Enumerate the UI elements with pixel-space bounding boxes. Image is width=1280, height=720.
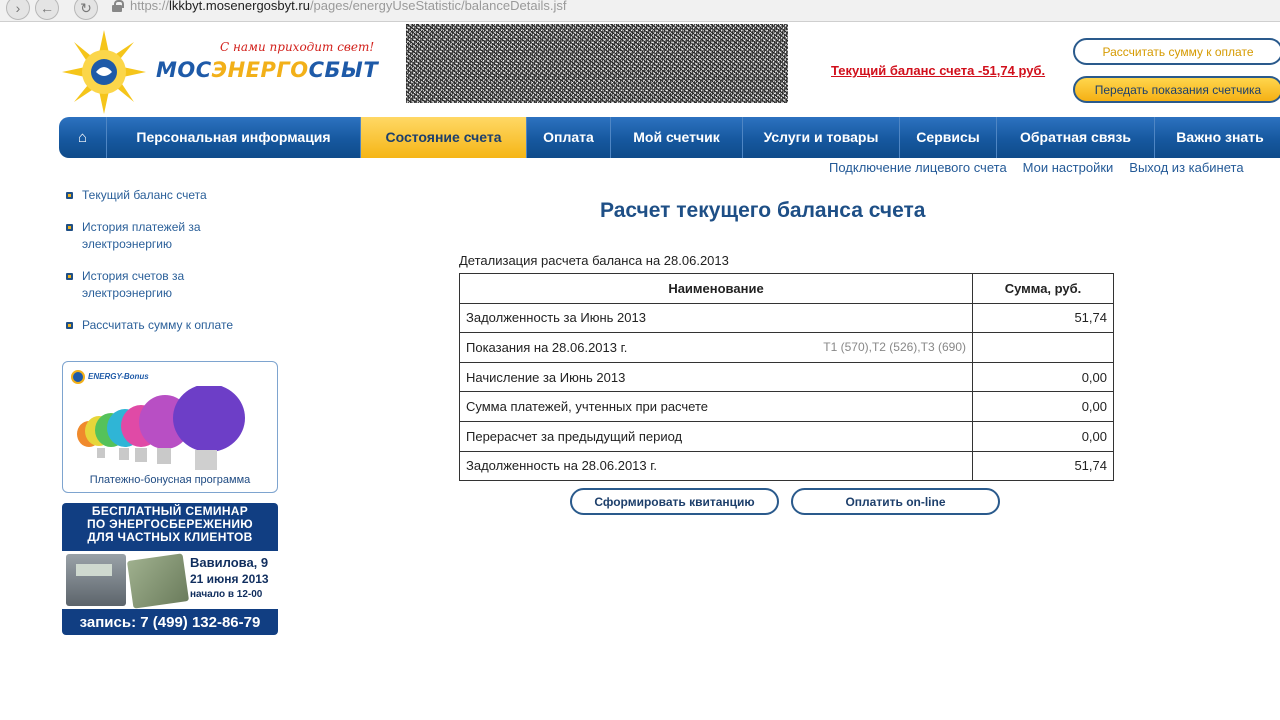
site-logo[interactable]: С нами приходит свет! МОСЭНЕРГОСБЫТ	[60, 28, 390, 116]
my-settings-link[interactable]: Мои настройки	[1023, 160, 1114, 175]
promo-caption: Платежно-бонусная программа	[89, 474, 251, 486]
seminar-phone: запись: 7 (499) 132-86-79	[79, 614, 261, 631]
seminar-banner[interactable]: БЕСПЛАТНЫЙ СЕМИНАР ПО ЭНЕРГОСБЕРЕЖЕНИЮ Д…	[62, 503, 278, 635]
row-name: Задолженность на 28.06.2013 г.	[459, 450, 973, 482]
url-text: https://lkkbyt.mosenergosbyt.ru/pages/en…	[130, 0, 567, 13]
generate-receipt-button[interactable]: Сформировать квитанцию	[570, 488, 779, 515]
current-balance-link[interactable]: Текущий баланс счета -51,74 руб.	[831, 63, 1045, 78]
nav-item-feedback[interactable]: Обратная связь	[997, 117, 1155, 158]
nav-item-my-meter[interactable]: Мой счетчик	[611, 117, 743, 158]
bullet-icon	[66, 322, 73, 329]
row-name: Показания на 28.06.2013 г.	[466, 339, 628, 355]
electric-meter-image	[66, 554, 126, 606]
sidebar-item-label: Текущий баланс счета	[82, 188, 207, 202]
energy-bonus-banner[interactable]: ENERGY-Bonus Платежно-бонусная программа	[62, 361, 278, 493]
account-sub-links: Подключение лицевого счета Мои настройки В…	[829, 160, 1260, 175]
forward-icon[interactable]: ›	[6, 0, 30, 20]
row-sum: 51,74	[972, 302, 1114, 334]
sidebar-item-calculate-payment[interactable]: Рассчитать сумму к оплате	[66, 317, 276, 334]
table-row: Сумма платежей, учтенных при расчете 0,0…	[459, 391, 1114, 422]
address-bar[interactable]: https://lkkbyt.mosenergosbyt.ru/pages/en…	[104, 0, 664, 18]
row-name: Перерасчет за предыдущий период	[459, 420, 973, 452]
main-navigation: ⌂ Персональная информация Состояние счет…	[59, 117, 1280, 158]
row-name: Задолженность за Июнь 2013	[459, 302, 973, 334]
column-header-name: Наименование	[459, 273, 973, 304]
bullet-icon	[66, 192, 73, 199]
sidebar-item-label: История платежей за электроэнергию	[82, 220, 201, 251]
light-bulbs-image	[77, 386, 245, 470]
calculate-payment-button[interactable]: Рассчитать сумму к оплате	[1073, 38, 1280, 65]
submit-meter-readings-button[interactable]: Передать показания счетчика	[1073, 76, 1280, 103]
nav-item-personal-info[interactable]: Персональная информация	[107, 117, 361, 158]
nav-item-account-status[interactable]: Состояние счета	[361, 117, 527, 158]
energy-bonus-logo: ENERGY-Bonus	[71, 370, 149, 384]
sidebar-menu: Текущий баланс счета История платежей за…	[66, 187, 276, 349]
browser-toolbar: › ← ↻ https://lkkbyt.mosenergosbyt.ru/pa…	[0, 0, 1280, 22]
back-icon[interactable]: ←	[35, 0, 59, 20]
row-sum: 0,00	[972, 391, 1114, 422]
balance-table: Наименование Сумма, руб. Задолженность з…	[459, 273, 1114, 482]
sidebar-item-label: История счетов за электроэнергию	[82, 269, 185, 300]
sidebar-item-label: Рассчитать сумму к оплате	[82, 318, 233, 332]
row-name: Сумма платежей, учтенных при расчете	[459, 391, 973, 422]
seminar-image-area: Вавилова, 9 21 июня 2013 начало в 12-00	[62, 551, 278, 609]
nav-item-services-goods[interactable]: Услуги и товары	[743, 117, 900, 158]
logo-brand-name: МОСЭНЕРГОСБЫТ	[156, 58, 379, 82]
row-sum: 51,74	[972, 450, 1114, 482]
sidebar-item-bill-history[interactable]: История счетов за электроэнергию	[66, 268, 206, 302]
row-readings: Т1 (570),Т2 (526),Т3 (690)	[823, 339, 966, 354]
money-image	[126, 553, 190, 609]
pay-online-button[interactable]: Оплатить on-line	[791, 488, 1000, 515]
bullet-icon	[66, 224, 73, 231]
home-icon[interactable]: ⌂	[59, 117, 107, 158]
refresh-icon[interactable]: ↻	[74, 0, 98, 20]
noise-banner-image	[406, 24, 788, 103]
page-title: Расчет текущего баланса счета	[600, 199, 926, 222]
table-row: Задолженность за Июнь 2013 51,74	[459, 302, 1114, 334]
column-header-sum: Сумма, руб.	[972, 273, 1114, 304]
nav-item-important[interactable]: Важно знать	[1155, 117, 1280, 158]
bullet-icon	[66, 273, 73, 280]
logo-slogan: С нами приходит свет!	[220, 40, 375, 54]
table-row: Перерасчет за предыдущий период 0,00	[459, 420, 1114, 452]
table-row: Начисление за Июнь 2013 0,00	[459, 361, 1114, 393]
row-name-cell: Показания на 28.06.2013 г. Т1 (570),Т2 (5…	[459, 332, 973, 363]
row-sum	[972, 332, 1114, 363]
detail-caption: Детализация расчета баланса на 28.06.201…	[459, 253, 729, 268]
connect-account-link[interactable]: Подключение лицевого счета	[829, 160, 1007, 175]
table-row: Показания на 28.06.2013 г. Т1 (570),Т2 (5…	[459, 332, 1114, 363]
logout-link[interactable]: Выход из кабинета	[1129, 160, 1243, 175]
seminar-title: БЕСПЛАТНЫЙ СЕМИНАР ПО ЭНЕРГОСБЕРЕЖЕНИЮ Д…	[86, 504, 253, 544]
seminar-details: Вавилова, 9 21 июня 2013 начало в 12-00	[190, 555, 269, 600]
nav-item-services[interactable]: Сервисы	[900, 117, 997, 158]
sidebar-item-payment-history[interactable]: История платежей за электроэнергию	[66, 219, 226, 253]
table-row: Задолженность на 28.06.2013 г. 51,74	[459, 450, 1114, 482]
sun-logo-icon	[62, 30, 146, 114]
row-sum: 0,00	[972, 420, 1114, 452]
row-name: Начисление за Июнь 2013	[459, 361, 973, 393]
row-sum: 0,00	[972, 361, 1114, 393]
nav-item-payment[interactable]: Оплата	[527, 117, 611, 158]
table-header-row: Наименование Сумма, руб.	[459, 273, 1114, 304]
sidebar-item-current-balance[interactable]: Текущий баланс счета	[66, 187, 276, 204]
lock-icon	[112, 0, 124, 12]
